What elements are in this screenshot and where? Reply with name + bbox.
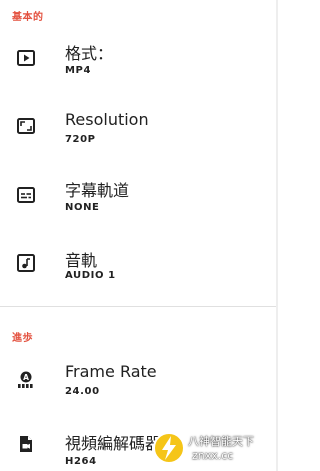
setting-row-audio-track[interactable]: 音軌 AUDIO 1 — [0, 233, 278, 293]
watermark: 八神智能天下 znxx.cc — [152, 431, 274, 467]
setting-title: 視頻編解碼器 — [65, 434, 162, 453]
svg-text:A: A — [23, 373, 29, 382]
setting-value: 24.00 — [65, 386, 100, 397]
section-header-basic: 基本的 — [12, 12, 44, 23]
frame-rate-icon: A — [16, 370, 36, 390]
watermark-line2: znxx.cc — [192, 449, 234, 462]
video-format-icon — [16, 48, 36, 68]
watermark-line1: 八神智能天下 — [188, 435, 254, 448]
resolution-icon — [16, 116, 36, 136]
setting-value: 720P — [65, 134, 96, 145]
setting-title: Frame Rate — [65, 362, 157, 381]
settings-screen: 基本的 格式： MP4 Resolution 720P 字幕軌道 NONE 音軌… — [0, 0, 278, 471]
setting-row-resolution[interactable]: Resolution 720P — [0, 96, 278, 156]
setting-value: NONE — [65, 202, 100, 213]
setting-title: Resolution — [65, 110, 149, 129]
scrollbar[interactable] — [276, 0, 278, 471]
setting-value: MP4 — [65, 65, 92, 76]
setting-value: H264 — [65, 456, 97, 467]
setting-title: 音軌 — [65, 251, 98, 270]
subtitles-icon — [16, 185, 36, 205]
setting-title: 格式： — [65, 44, 114, 63]
setting-row-subtitle-track[interactable]: 字幕軌道 NONE — [0, 165, 278, 225]
audio-track-icon — [16, 253, 36, 273]
section-header-advanced: 進歩 — [12, 333, 33, 344]
video-codec-icon — [16, 434, 36, 454]
setting-row-frame-rate[interactable]: A Frame Rate 24.00 — [0, 350, 278, 410]
section-divider — [0, 306, 278, 307]
setting-row-format[interactable]: 格式： MP4 — [0, 28, 278, 88]
watermark-logo-icon — [152, 431, 186, 465]
setting-title: 字幕軌道 — [65, 181, 130, 200]
setting-value: AUDIO 1 — [65, 270, 116, 281]
